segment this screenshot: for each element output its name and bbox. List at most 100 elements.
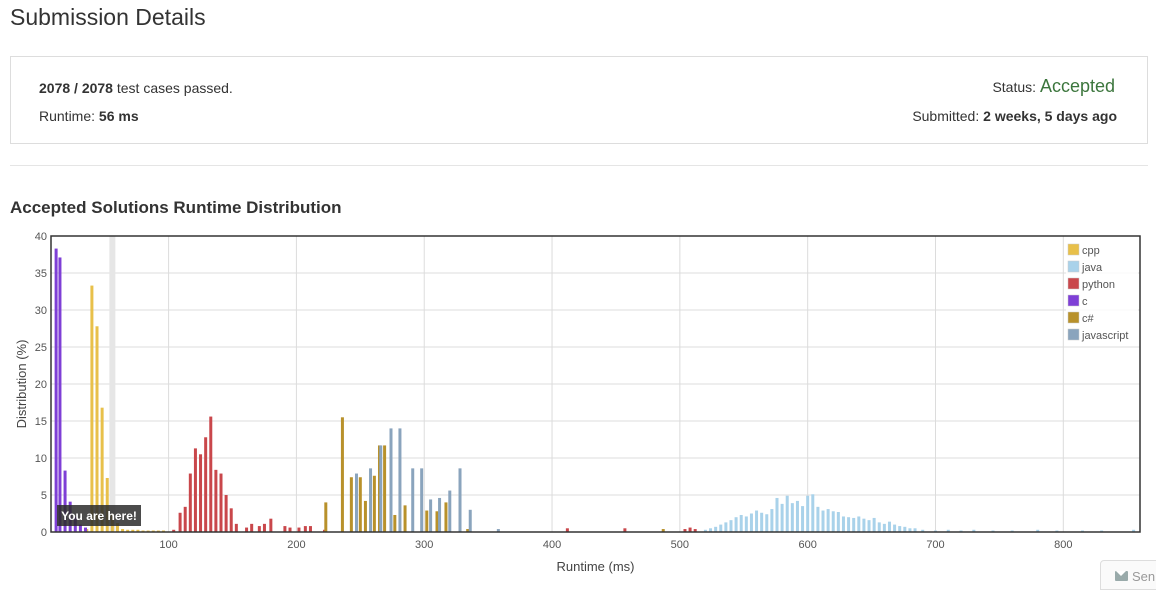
bar-python [257,526,261,532]
bar-java [816,506,820,532]
bar-python [269,518,273,532]
bar-javascript [369,468,373,532]
bar-python [262,523,266,532]
bar-java [903,526,907,532]
bar-csharp [393,514,397,532]
x-tick-label: 400 [543,539,561,551]
x-tick-label: 500 [671,539,689,551]
bar-javascript [438,497,442,532]
legend-swatch [1067,277,1080,290]
legend-label: java [1081,262,1103,274]
bar-java [893,524,897,532]
legend-label: cpp [1082,245,1100,257]
status-summary: Status: Accepted [992,76,1115,97]
legend-swatch [1067,294,1080,307]
mail-icon [1115,571,1128,581]
submitted-summary: Submitted: 2 weeks, 5 days ago [912,108,1117,124]
chart-section-title: Accepted Solutions Runtime Distribution [10,198,342,217]
bar-cpp [95,326,99,532]
bar-java [857,516,861,532]
bar-java [831,511,835,532]
legend-label: c [1082,296,1088,308]
bar-python [214,469,218,532]
x-tick-label: 200 [287,539,305,551]
bar-java [714,526,718,532]
bar-python [303,526,307,532]
page-title: Submission Details [10,4,206,30]
bar-c [54,248,58,532]
bar-java [852,517,856,532]
x-tick-label: 800 [1054,539,1072,551]
status-value: Accepted [1039,76,1115,96]
submission-summary-panel: 2078 / 2078 test cases passed. Runtime: … [10,56,1148,144]
y-tick-label: 25 [35,342,47,354]
legend-label: javascript [1081,330,1128,342]
y-tick-label: 35 [35,268,47,280]
y-tick-label: 30 [35,305,47,317]
bar-java [847,517,851,532]
bar-java [744,516,748,532]
bar-java [867,520,871,532]
bar-python [229,508,233,532]
x-tick-label: 600 [798,539,816,551]
bar-java [729,520,733,532]
y-tick-label: 10 [35,453,47,465]
bar-java [826,509,830,532]
bar-csharp [425,510,429,532]
bar-csharp [435,511,439,532]
bar-java [872,517,876,532]
bar-java [811,494,815,532]
legend-label: c# [1082,313,1095,325]
bar-java [821,510,825,532]
bar-javascript [468,509,472,532]
bar-csharp [363,500,367,532]
bar-python [199,454,203,532]
bar-javascript [458,468,462,532]
bar-java [790,503,794,532]
bar-javascript [389,428,393,532]
send-feedback-button[interactable]: Sen [1100,560,1156,590]
bar-csharp [372,475,376,532]
bar-java [801,506,805,532]
bar-csharp [324,502,328,532]
y-tick-label: 40 [35,231,47,243]
bar-python [178,512,182,532]
bar-java [862,518,866,532]
bar-java [882,523,886,532]
bar-csharp [349,477,353,532]
bar-java [739,514,743,532]
bar-javascript [448,490,452,532]
bar-java [785,495,789,532]
legend-swatch [1067,311,1080,324]
total-count: 2078 [81,80,113,96]
bar-javascript [398,428,402,532]
bar-python [204,437,208,532]
bar-java [734,517,738,532]
bar-java [898,526,902,532]
bar-csharp [358,477,362,532]
bar-python [183,506,187,532]
runtime-label: Runtime: [39,108,96,124]
runtime-summary: Runtime: 56 ms [39,108,139,124]
y-tick-label: 15 [35,416,47,428]
bar-java [765,514,769,532]
y-tick-label: 0 [41,527,47,539]
bar-java [780,503,784,532]
bar-java [841,516,845,532]
runtime-value: 56 ms [98,108,139,124]
y-tick-label: 5 [41,490,47,502]
section-divider [10,165,1148,166]
legend-label: python [1082,279,1115,291]
y-axis-label: Distribution (%) [14,340,29,429]
runtime-distribution-chart: 0 5 10 15 20 25 30 35 40 100 200 300 400 500 600 700 800… [14,231,1141,574]
legend-swatch [1067,243,1080,256]
bar-python [234,523,238,532]
x-axis-label: Runtime (ms) [556,559,634,574]
you-are-here-label: You are here! [61,509,137,523]
bar-python [188,473,192,532]
bar-java [887,521,891,532]
bar-c [58,257,62,532]
bar-java [749,513,753,532]
bar-csharp [340,417,344,532]
bar-python [193,448,197,532]
